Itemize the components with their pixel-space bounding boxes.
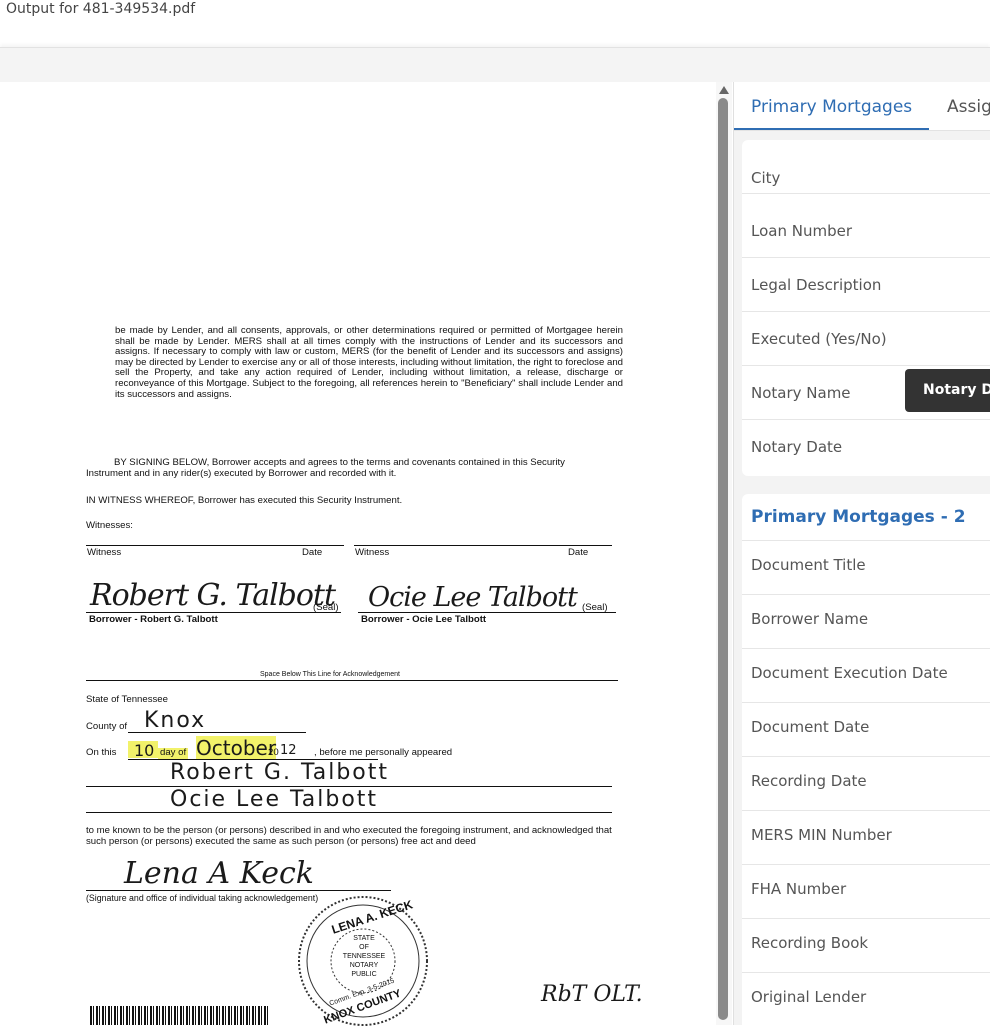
signature-ocie: Ocie Lee Talbott (368, 582, 578, 613)
seal-label-2: (Seal) (582, 602, 608, 613)
field-label-recording-date: Recording Date (751, 772, 867, 790)
panel-tabs: Primary Mortgages Assig (734, 82, 990, 131)
borrower-line-2 (358, 612, 616, 613)
field-label-notary-name: Notary Name (751, 384, 851, 402)
field-row-fha-number[interactable]: FHA Number (742, 865, 990, 919)
field-label-recording-book: Recording Book (751, 934, 869, 952)
borrower-label-2: Borrower - Ocie Lee Talbott (361, 614, 487, 625)
field-row-city[interactable]: City (742, 140, 990, 194)
field-label-borrower-name: Borrower Name (751, 610, 869, 628)
state-line: State of Tennessee (86, 694, 168, 705)
day-of-label: day of (158, 747, 189, 759)
primary-mortgages-card: City Loan Number Legal Description Execu… (742, 140, 990, 476)
field-row-document-title[interactable]: Document Title (742, 541, 990, 595)
appeared-name-2: Ocie Lee Talbott (170, 787, 379, 812)
active-tab-indicator (734, 128, 929, 130)
county-line (128, 732, 306, 733)
doc-signing-text: BY SIGNING BELOW, Borrower accepts and a… (86, 457, 565, 479)
county-handwritten: Knox (144, 708, 207, 733)
initials: RbT OLT. (541, 982, 643, 1007)
notary-caption: (Signature and office of individual taki… (86, 893, 319, 903)
field-label-loan-number: Loan Number (751, 222, 852, 240)
doc-witnesses-label: Witnesses: (86, 520, 133, 531)
field-label-notary-date: Notary Date (751, 438, 843, 456)
field-label-mers-min-number: MERS MIN Number (751, 826, 892, 844)
field-label-document-title: Document Title (751, 556, 866, 574)
tab-assignments[interactable]: Assig (947, 97, 990, 117)
field-row-document-date[interactable]: Document Date (742, 703, 990, 757)
appeared-line-2 (86, 812, 612, 813)
witness-label-1: Witness (87, 547, 122, 558)
borrower-label-1: Borrower - Robert G. Talbott (89, 614, 218, 625)
year-handwritten: 12 (280, 743, 297, 758)
barcode (90, 1006, 268, 1025)
fields-panel: Primary Mortgages Assig City Loan Number… (733, 82, 990, 1025)
field-label-original-lender: Original Lender (751, 988, 867, 1006)
field-row-borrower-name[interactable]: Borrower Name (742, 595, 990, 649)
notary-line (86, 890, 391, 891)
tab-primary-mortgages[interactable]: Primary Mortgages (751, 97, 912, 117)
window-title: Output for 481-349534.pdf (6, 1, 196, 17)
ack-caption: Space Below This Line for Acknowledgemen… (260, 671, 400, 678)
pdf-scrollbar-thumb[interactable] (718, 98, 728, 1020)
seal-public: PUBLIC (351, 971, 377, 978)
notary-seal: LENA A. KECK STATE OF TENNESSEE NOTARY P… (294, 892, 432, 1027)
on-this-label: On this (86, 747, 117, 758)
field-row-legal-description[interactable]: Legal Description (742, 258, 990, 312)
borrower-line-1 (86, 612, 341, 613)
field-label-executed: Executed (Yes/No) (751, 330, 887, 348)
witness-label-2: Witness (355, 547, 390, 558)
toolbar-strip (0, 47, 990, 82)
known-text: to me known to be the person (or persons… (86, 825, 612, 847)
scroll-up-arrow-icon[interactable] (719, 86, 729, 94)
seal-label-1: (Seal) (313, 602, 339, 613)
primary-mortgages-2-card: Primary Mortgages - 2 Document Title Bor… (742, 494, 990, 1025)
field-row-loan-number[interactable]: Loan Number (742, 204, 990, 258)
appeared-name-1: Robert G. Talbott (170, 760, 390, 785)
field-row-document-execution-date[interactable]: Document Execution Date (742, 649, 990, 703)
field-row-notary-date[interactable]: Notary Date (742, 420, 990, 474)
field-row-recording-date[interactable]: Recording Date (742, 757, 990, 811)
notary-date-tooltip: Notary Da (905, 369, 990, 412)
appeared-text: , before me personally appeared (314, 747, 453, 758)
witness-line-2 (354, 545, 612, 546)
doc-paragraph-signing: BY SIGNING BELOW, Borrower accepts and a… (86, 457, 611, 479)
field-label-document-date: Document Date (751, 718, 870, 736)
field-row-recording-book[interactable]: Recording Book (742, 919, 990, 973)
date-label-1: Date (302, 547, 323, 558)
ack-line (86, 680, 618, 681)
witness-line-1 (86, 545, 344, 546)
month-handwritten: October (196, 736, 277, 760)
field-label-fha-number: FHA Number (751, 880, 847, 898)
doc-witness-clause: IN WITNESS WHEREOF, Borrower has execute… (86, 495, 403, 506)
field-label-city: City (751, 169, 781, 187)
field-label-document-execution-date: Document Execution Date (751, 664, 948, 682)
year-prefix: 20 (268, 747, 279, 758)
signature-robert: Robert G. Talbott (90, 578, 336, 613)
field-label-legal-description: Legal Description (751, 276, 882, 294)
card2-header-row (742, 494, 990, 541)
date-label-2: Date (568, 547, 589, 558)
field-row-original-lender[interactable]: Original Lender (742, 973, 990, 1025)
doc-paragraph-mers: be made by Lender, and all consents, app… (115, 325, 623, 400)
field-row-executed[interactable]: Executed (Yes/No) (742, 312, 990, 366)
day-handwritten: 10 (128, 741, 158, 760)
county-label: County of (86, 721, 128, 732)
field-row-mers-min-number[interactable]: MERS MIN Number (742, 811, 990, 865)
notary-signature: Lena A Keck (124, 856, 314, 891)
